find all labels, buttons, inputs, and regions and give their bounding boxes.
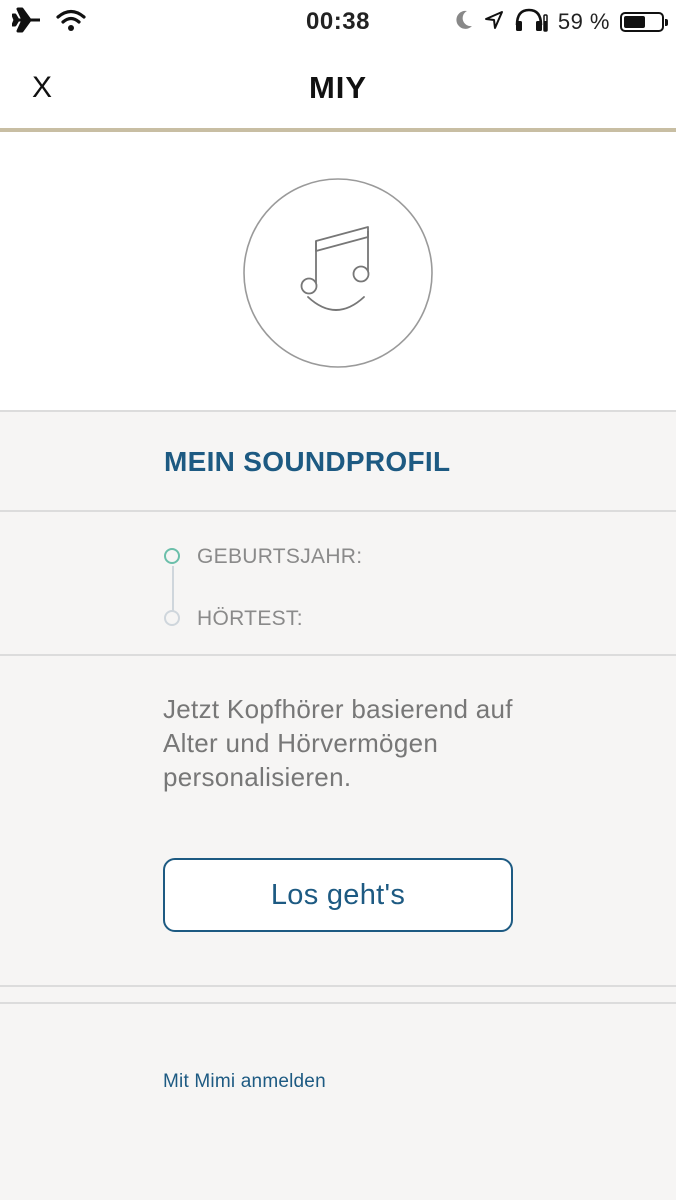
step-indicator-birth-year xyxy=(164,548,180,564)
moon-icon xyxy=(454,9,474,36)
section-title: MEIN SOUNDPROFIL xyxy=(164,446,451,477)
start-button[interactable]: Los geht's xyxy=(163,858,513,932)
soundprofile-header: MEIN SOUNDPROFIL xyxy=(0,412,676,512)
step-label-birth-year: GEBURTSJAHR: xyxy=(197,545,363,568)
hero-section xyxy=(0,132,676,412)
battery-level xyxy=(624,16,646,28)
intro-text: Jetzt Kopfhörer basierend auf Alter und … xyxy=(163,694,513,792)
battery-percent: 59 % xyxy=(557,9,610,34)
progress-steps xyxy=(0,514,676,656)
divider xyxy=(0,1002,676,1004)
mimi-signin-link[interactable]: Mit Mimi anmelden xyxy=(163,1071,326,1093)
headphones-icon xyxy=(514,7,548,38)
location-icon xyxy=(484,10,504,35)
step-indicator-hearing-test xyxy=(164,610,180,626)
step-connector xyxy=(172,566,174,614)
music-note-smile-icon xyxy=(243,178,433,368)
divider xyxy=(0,985,676,987)
status-bar: 00:38 59 % xyxy=(0,0,676,44)
header: X MIY xyxy=(0,44,676,132)
page-title: MIY xyxy=(308,70,368,105)
step-label-hearing-test: HÖRTEST: xyxy=(197,607,303,630)
status-right: 59 % xyxy=(454,6,668,38)
battery-icon xyxy=(620,12,668,32)
